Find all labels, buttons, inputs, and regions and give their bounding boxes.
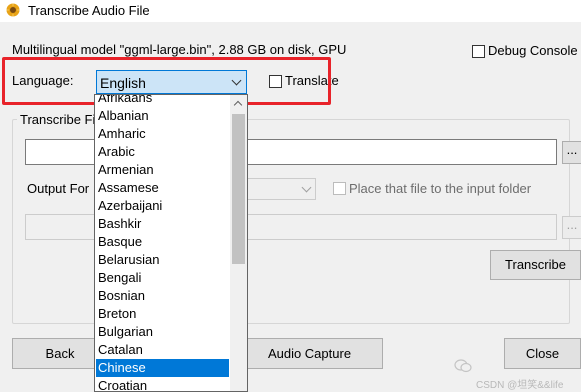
language-option[interactable]: Assamese — [98, 179, 159, 197]
transcribe-group-label: Transcribe Fi — [17, 112, 99, 127]
language-option[interactable]: Bulgarian — [98, 323, 153, 341]
language-option[interactable]: Bashkir — [98, 215, 141, 233]
language-option[interactable]: Amharic — [98, 125, 146, 143]
language-option[interactable]: Breton — [98, 305, 136, 323]
language-option[interactable]: Basque — [98, 233, 142, 251]
scrollbar-thumb[interactable] — [232, 114, 245, 264]
language-option[interactable]: Arabic — [98, 143, 135, 161]
audio-capture-button[interactable]: Audio Capture — [236, 338, 383, 369]
place-in-input-folder-label: Place that file to the input folder — [349, 181, 532, 196]
window-title: Transcribe Audio File — [28, 3, 150, 18]
language-option[interactable]: Bengali — [98, 269, 141, 287]
browse-input-button[interactable]: ... — [562, 141, 581, 164]
transcribe-button[interactable]: Transcribe — [490, 250, 581, 280]
output-format-select[interactable] — [245, 178, 316, 200]
browse-output-button[interactable]: ... — [562, 216, 581, 239]
language-option[interactable]: Armenian — [98, 161, 154, 179]
language-option[interactable]: Belarusian — [98, 251, 159, 269]
language-option[interactable]: Croatian — [98, 377, 147, 391]
title-bar[interactable]: Transcribe Audio File — [0, 0, 581, 22]
language-option[interactable]: Chinese — [96, 359, 229, 377]
chevron-down-icon — [301, 182, 312, 193]
language-dropdown-list[interactable]: Afrikaans Albanian Amharic Arabic Armenian As… — [94, 94, 248, 392]
debug-console-checkbox[interactable] — [472, 45, 485, 58]
place-in-input-folder-checkbox[interactable] — [333, 182, 346, 195]
language-option[interactable]: Bosnian — [98, 287, 145, 305]
wechat-icon — [454, 359, 472, 373]
language-option[interactable]: Albanian — [98, 107, 149, 125]
model-info-label: Multilingual model "ggml-large.bin", 2.8… — [12, 42, 347, 57]
language-option[interactable]: Azerbaijani — [98, 197, 162, 215]
debug-console-label[interactable]: Debug Console — [488, 43, 578, 58]
scroll-up-icon[interactable] — [233, 100, 243, 110]
language-option[interactable]: Afrikaans — [98, 95, 152, 107]
output-format-label: Output For — [27, 181, 90, 196]
dropdown-scrollbar[interactable] — [230, 95, 247, 391]
watermark-text: CSDN @坦笑&&life — [476, 380, 564, 391]
close-button[interactable]: Close — [504, 338, 581, 369]
language-option[interactable]: Catalan — [98, 341, 143, 359]
app-icon — [6, 3, 20, 17]
